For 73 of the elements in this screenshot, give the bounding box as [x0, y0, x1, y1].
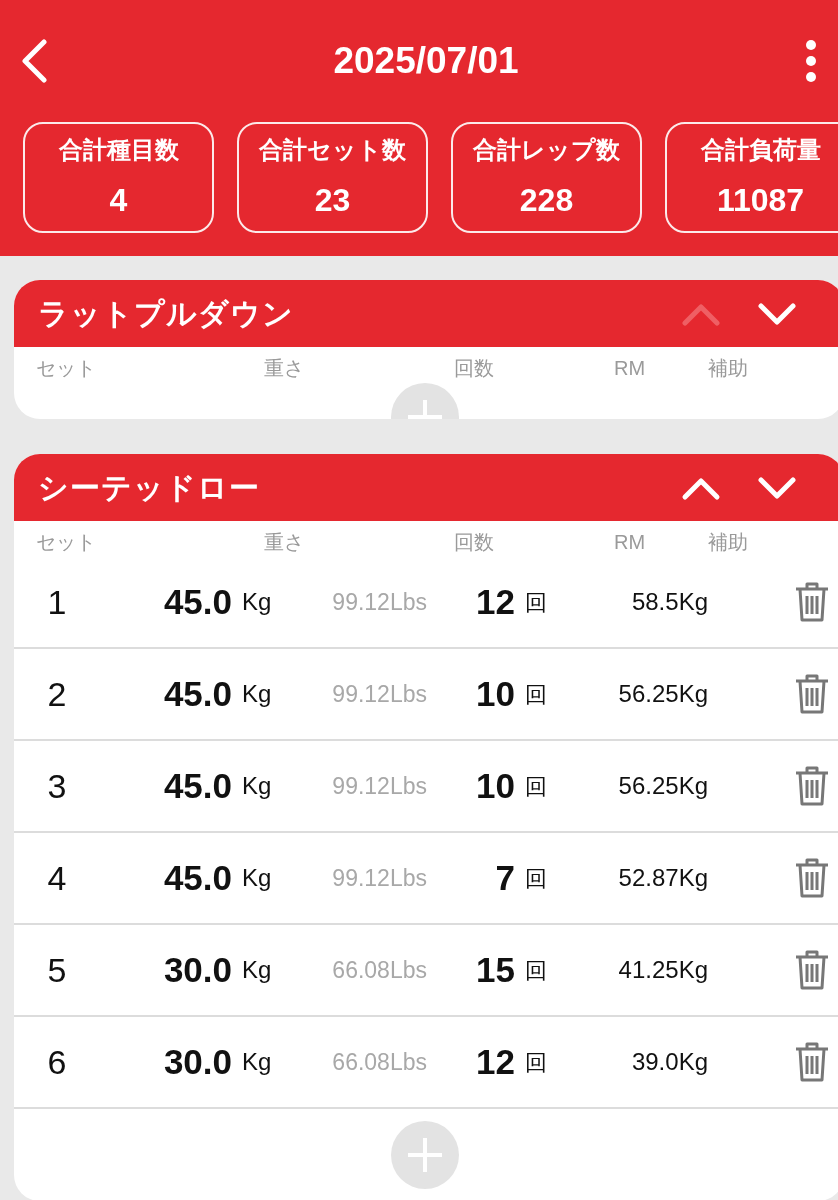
- pounds-value: 99.12Lbs: [331, 679, 427, 709]
- trash-icon[interactable]: [794, 581, 830, 623]
- rm-value: 56.25Kg: [617, 679, 708, 709]
- more-icon[interactable]: [804, 39, 818, 83]
- trash-icon[interactable]: [794, 949, 830, 991]
- weight-unit: Kg: [242, 587, 273, 617]
- weight-value: 45.0: [162, 856, 232, 899]
- stat-label: 合計種目数: [58, 134, 179, 165]
- weight-value: 30.0: [162, 948, 232, 991]
- set-number: 6: [46, 1041, 68, 1083]
- pounds-value: 99.12Lbs: [331, 863, 427, 893]
- stat-label: 合計レップ数: [473, 134, 620, 165]
- set-number: 1: [46, 581, 68, 623]
- stat-value: 11087: [716, 180, 805, 220]
- rm-value: 56.25Kg: [617, 771, 708, 801]
- column-header: RM: [614, 530, 646, 555]
- stat-value: 4: [109, 180, 128, 220]
- page-title: 2025/07/01: [333, 39, 519, 84]
- chevron-down-icon[interactable]: [756, 300, 798, 327]
- chevron-down-icon[interactable]: [756, 474, 798, 501]
- set-number: 2: [46, 673, 68, 715]
- column-header: セット: [36, 356, 96, 381]
- reps-value: 10: [475, 672, 515, 715]
- weight-value: 45.0: [162, 764, 232, 807]
- stat-value: 228: [519, 180, 574, 220]
- pounds-value: 99.12Lbs: [331, 587, 427, 617]
- trash-icon[interactable]: [794, 765, 830, 807]
- pounds-value: 66.08Lbs: [331, 1047, 427, 1077]
- column-header: RM: [614, 356, 646, 381]
- weight-unit: Kg: [242, 955, 273, 985]
- weight-unit: Kg: [242, 771, 273, 801]
- column-header: 回数: [454, 356, 494, 381]
- rm-value: 41.25Kg: [617, 955, 708, 985]
- set-number: 4: [46, 857, 68, 899]
- reps-value: 12: [475, 1040, 515, 1083]
- reps-value: 7: [494, 856, 515, 899]
- weight-value: 45.0: [162, 580, 232, 623]
- back-icon[interactable]: [20, 39, 48, 83]
- trash-icon[interactable]: [794, 673, 830, 715]
- rm-value: 58.5Kg: [630, 587, 708, 617]
- weight-value: 30.0: [162, 1040, 232, 1083]
- trash-icon[interactable]: [794, 1041, 830, 1083]
- reps-unit: 回: [525, 588, 548, 617]
- set-number: 5: [46, 949, 68, 991]
- reps-unit: 回: [525, 772, 548, 801]
- weight-unit: Kg: [242, 863, 273, 893]
- reps-unit: 回: [525, 864, 548, 893]
- reps-unit: 回: [525, 956, 548, 985]
- weight-unit: Kg: [242, 1047, 273, 1077]
- column-header: 重さ: [264, 530, 304, 555]
- column-header: セット: [36, 530, 96, 555]
- trash-icon[interactable]: [794, 857, 830, 899]
- exercise-name: シーテッドロー: [38, 470, 261, 506]
- column-header: 補助: [708, 530, 748, 555]
- column-header: 重さ: [264, 356, 304, 381]
- rm-value: 39.0Kg: [630, 1047, 708, 1077]
- reps-unit: 回: [525, 1048, 548, 1077]
- reps-value: 10: [475, 764, 515, 807]
- reps-value: 12: [475, 580, 515, 623]
- stat-label: 合計セット数: [259, 134, 406, 165]
- reps-value: 15: [475, 948, 515, 991]
- weight-unit: Kg: [242, 679, 273, 709]
- reps-unit: 回: [525, 680, 548, 709]
- pounds-value: 66.08Lbs: [331, 955, 427, 985]
- column-header: 補助: [708, 356, 748, 381]
- weight-value: 45.0: [162, 672, 232, 715]
- exercise-name: ラットプルダウン: [38, 296, 295, 332]
- stat-label: 合計負荷量: [700, 134, 821, 165]
- pounds-value: 99.12Lbs: [331, 771, 427, 801]
- column-header: 回数: [454, 530, 494, 555]
- stat-value: 23: [314, 180, 351, 220]
- rm-value: 52.87Kg: [617, 863, 708, 893]
- set-number: 3: [46, 765, 68, 807]
